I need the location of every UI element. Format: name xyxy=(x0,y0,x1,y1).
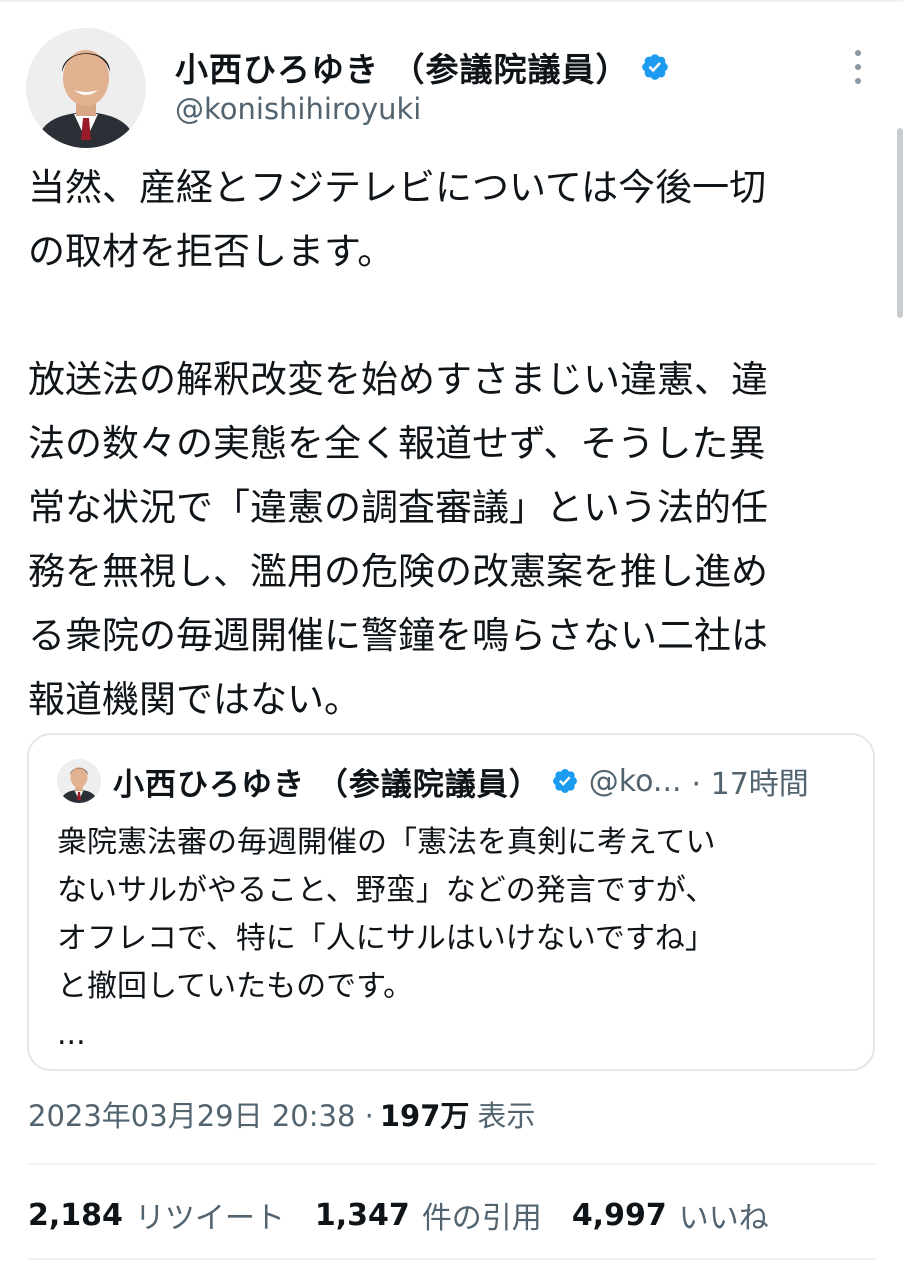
more-dot xyxy=(855,64,861,70)
likes-label: いいね xyxy=(678,1201,769,1236)
author-avatar[interactable] xyxy=(26,28,146,148)
quoted-text-line: と撤回していたものです。 xyxy=(57,969,414,1004)
scrollbar-thumb[interactable] xyxy=(897,128,903,318)
verified-badge-icon xyxy=(641,54,668,80)
quoted-author-avatar xyxy=(57,759,101,803)
views-count: 197万 xyxy=(379,1099,470,1133)
quoted-tweet-header: 小西ひろゆき （参議院議員） @ko... · 17時間 xyxy=(57,757,809,805)
quoted-text-line: ないサルがやること、野蛮」などの発言ですが、 xyxy=(57,873,716,908)
tweet-text-line: 放送法の解釈改変を始めすさまじい違憲、違 xyxy=(28,358,768,401)
avatar-portrait-icon xyxy=(57,759,101,803)
views-label: 表示 xyxy=(477,1099,536,1133)
author-display-name[interactable]: 小西ひろゆき （参議院議員） xyxy=(175,43,630,91)
tweet-text-line: 常な状況で「違憲の調査審議」という法的任 xyxy=(28,486,768,529)
tweet-text-line: 当然、産経とフジテレビについては今後一切 xyxy=(28,166,767,209)
tweet-text-line: の取材を拒否します。 xyxy=(28,230,395,273)
retweets-stat[interactable]: 2,184 リツイート xyxy=(28,1193,285,1237)
retweets-count: 2,184 xyxy=(28,1197,123,1233)
more-dot xyxy=(855,50,861,56)
quotes-stat[interactable]: 1,347 件の引用 xyxy=(315,1193,542,1237)
tweet-text-line: 務を無視し、濫用の危険の改憲案を推し進め xyxy=(28,550,768,593)
tweet-text-line: 法の数々の実態を全く報道せず、そうした異 xyxy=(28,422,766,465)
tweet-meta-row: 2023年03月29日 20:38 · 197万 表示 xyxy=(28,1092,535,1136)
tweet-text-line: る衆院の毎週開催に警鐘を鳴らさない二社は xyxy=(28,614,768,657)
tweet-text-line: 報道機関ではない。 xyxy=(28,678,361,721)
likes-stat[interactable]: 4,997 いいね xyxy=(572,1193,769,1237)
engagement-stats: 2,184 リツイート 1,347 件の引用 4,997 いいね xyxy=(28,1192,799,1238)
likes-count: 4,997 xyxy=(571,1197,667,1233)
verified-badge-icon xyxy=(552,769,577,793)
tweet-text: 当然、産経とフジテレビについては今後一切 の取材を拒否します。 放送法の解釈改変… xyxy=(28,156,878,732)
tweet-timestamp[interactable]: 2023年03月29日 20:38 · xyxy=(28,1093,374,1135)
quoted-text-line: オフレコで、特に「人にサルはいけないですね」 xyxy=(57,921,715,956)
quoted-text-line: 衆院憲法審の毎週開催の「憲法を真剣に考えてい xyxy=(57,825,716,860)
quoted-author-handle: @ko... xyxy=(588,763,682,799)
quotes-label: 件の引用 xyxy=(421,1201,542,1236)
quoted-tweet-card[interactable]: 小西ひろゆき （参議院議員） @ko... · 17時間 衆院憲法審の毎週開催の… xyxy=(27,733,875,1071)
avatar-portrait-icon xyxy=(26,28,146,148)
quoted-author-name: 小西ひろゆき （参議院議員） xyxy=(113,766,541,803)
quoted-tweet-time: · 17時間 xyxy=(691,767,809,802)
quoted-tweet-text: 衆院憲法審の毎週開催の「憲法を真剣に考えてい ないサルがやること、野蛮」などの発… xyxy=(57,819,857,1059)
divider xyxy=(28,1163,876,1165)
author-handle[interactable]: @konishihiroyuki xyxy=(175,92,421,126)
author-name-row: 小西ひろゆき （参議院議員） xyxy=(175,42,670,92)
tweet-paragraph-gap xyxy=(28,284,878,348)
more-dot xyxy=(855,78,861,84)
more-options-icon[interactable] xyxy=(848,50,868,84)
divider xyxy=(28,1258,876,1260)
top-divider xyxy=(0,0,903,2)
quotes-count: 1,347 xyxy=(314,1197,410,1233)
retweets-label: リツイート xyxy=(134,1201,285,1236)
quoted-text-ellipsis: ... xyxy=(57,1017,86,1052)
